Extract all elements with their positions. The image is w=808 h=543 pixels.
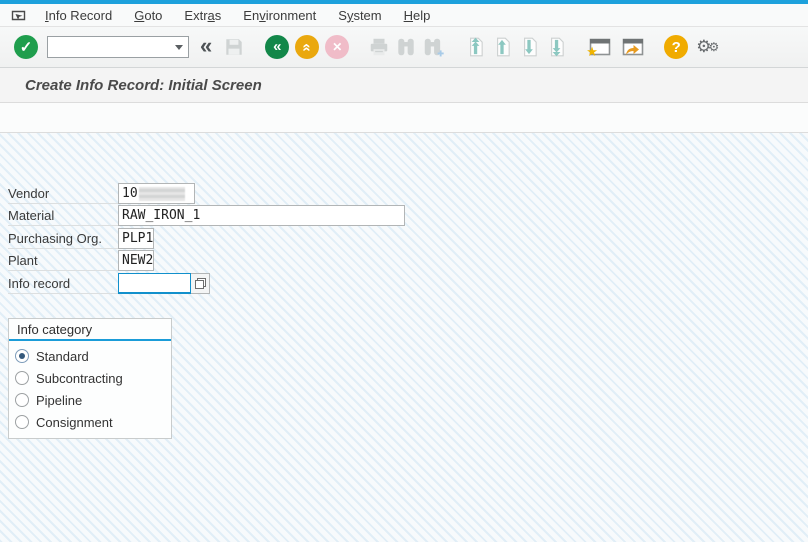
cancel-button[interactable]: ✕ [325, 35, 350, 59]
material-row: Material RAW_IRON_1 [8, 205, 405, 226]
purchasing-org-input[interactable]: PLP1 [118, 228, 154, 249]
last-page-icon [551, 37, 564, 57]
session-menu-icon[interactable] [8, 7, 30, 23]
system-toolbar: ✓ « « « ✕ ★ ? ⚙ ⚙ [0, 27, 808, 68]
plant-label: Plant [8, 250, 118, 271]
find-next-button[interactable] [422, 36, 444, 58]
back-chevrons-icon: « [273, 37, 282, 55]
purchasing-org-row: Purchasing Org. PLP1 [8, 228, 154, 249]
first-page-icon [470, 37, 483, 57]
info-category-groupbox: Info category Standard Subcontracting Pi… [8, 318, 172, 439]
possible-entries-icon [194, 278, 206, 289]
next-page-button[interactable] [518, 36, 540, 58]
menu-system[interactable]: System [327, 8, 392, 23]
exit-button[interactable]: « [295, 35, 320, 59]
command-field-input[interactable] [47, 36, 189, 58]
enter-button[interactable]: ✓ [14, 35, 38, 59]
radio-pipeline[interactable] [15, 393, 29, 407]
page-title: Create Info Record: Initial Screen [25, 76, 262, 94]
menu-goto[interactable]: Goto [123, 8, 173, 23]
first-page-button[interactable] [464, 36, 486, 58]
floppy-icon [226, 39, 242, 55]
new-session-button[interactable]: ★ [586, 36, 612, 60]
page-down-icon [524, 37, 537, 57]
radio-consignment[interactable] [15, 415, 29, 429]
menu-extras[interactable]: Extras [173, 8, 232, 23]
save-button[interactable] [223, 36, 245, 58]
matchcode-button[interactable] [191, 273, 210, 294]
radio-standard[interactable] [15, 349, 29, 363]
vendor-row: Vendor 10 [8, 183, 195, 204]
menu-help[interactable]: Help [393, 8, 442, 23]
cancel-x-icon: ✕ [332, 40, 343, 54]
back-button[interactable]: « [265, 35, 290, 59]
info-category-title: Info category [9, 319, 171, 341]
info-record-row: Info record [8, 273, 210, 294]
content-area: Vendor 10 Material RAW_IRON_1 Purchasing… [0, 133, 808, 542]
previous-page-button[interactable] [491, 36, 513, 58]
help-button[interactable]: ? [664, 35, 689, 59]
application-toolbar [0, 103, 808, 133]
binoculars-icon [398, 38, 414, 56]
gear-icon: ⚙ [696, 37, 711, 57]
material-label: Material [8, 205, 118, 226]
shortcut-window-icon [622, 38, 644, 56]
redacted-value-block [138, 186, 185, 201]
radio-subcontracting[interactable] [15, 371, 29, 385]
purchasing-org-label: Purchasing Org. [8, 228, 118, 249]
binoculars-plus-icon [425, 38, 444, 57]
create-shortcut-button[interactable] [619, 36, 645, 58]
command-field-wrap [47, 36, 189, 58]
menu-environment[interactable]: Environment [232, 8, 327, 23]
plant-row: Plant NEW2 [8, 250, 154, 271]
exit-chevrons-icon: « [298, 42, 316, 52]
title-bar: Create Info Record: Initial Screen [0, 68, 808, 103]
gear-small-icon: ⚙ [708, 40, 720, 54]
printer-icon [371, 38, 388, 56]
check-icon: ✓ [19, 38, 33, 56]
last-page-button[interactable] [545, 36, 567, 58]
info-record-input[interactable] [118, 273, 191, 294]
menu-bar: Info Record Goto Extras Environment Syst… [0, 4, 808, 27]
option-standard[interactable]: Standard [15, 345, 165, 367]
page-up-icon [497, 37, 510, 57]
material-input[interactable]: RAW_IRON_1 [118, 205, 405, 226]
sap-window: Info Record Goto Extras Environment Syst… [0, 0, 808, 543]
print-button[interactable] [368, 36, 390, 58]
menu-info-record[interactable]: Info Record [34, 8, 123, 23]
plant-input[interactable]: NEW2 [118, 250, 154, 271]
info-category-options: Standard Subcontracting Pipeline Consign… [9, 341, 171, 433]
option-consignment[interactable]: Consignment [15, 411, 165, 433]
vendor-label: Vendor [8, 183, 118, 204]
info-record-label: Info record [8, 273, 118, 294]
customize-layout-button[interactable]: ⚙ ⚙ [696, 37, 720, 57]
vendor-input[interactable]: 10 [118, 183, 195, 204]
star-icon: ★ [586, 45, 598, 60]
find-button[interactable] [395, 36, 417, 58]
question-mark-icon: ? [671, 38, 681, 56]
collapse-command-icon[interactable]: « [200, 34, 212, 60]
option-subcontracting[interactable]: Subcontracting [15, 367, 165, 389]
option-pipeline[interactable]: Pipeline [15, 389, 165, 411]
